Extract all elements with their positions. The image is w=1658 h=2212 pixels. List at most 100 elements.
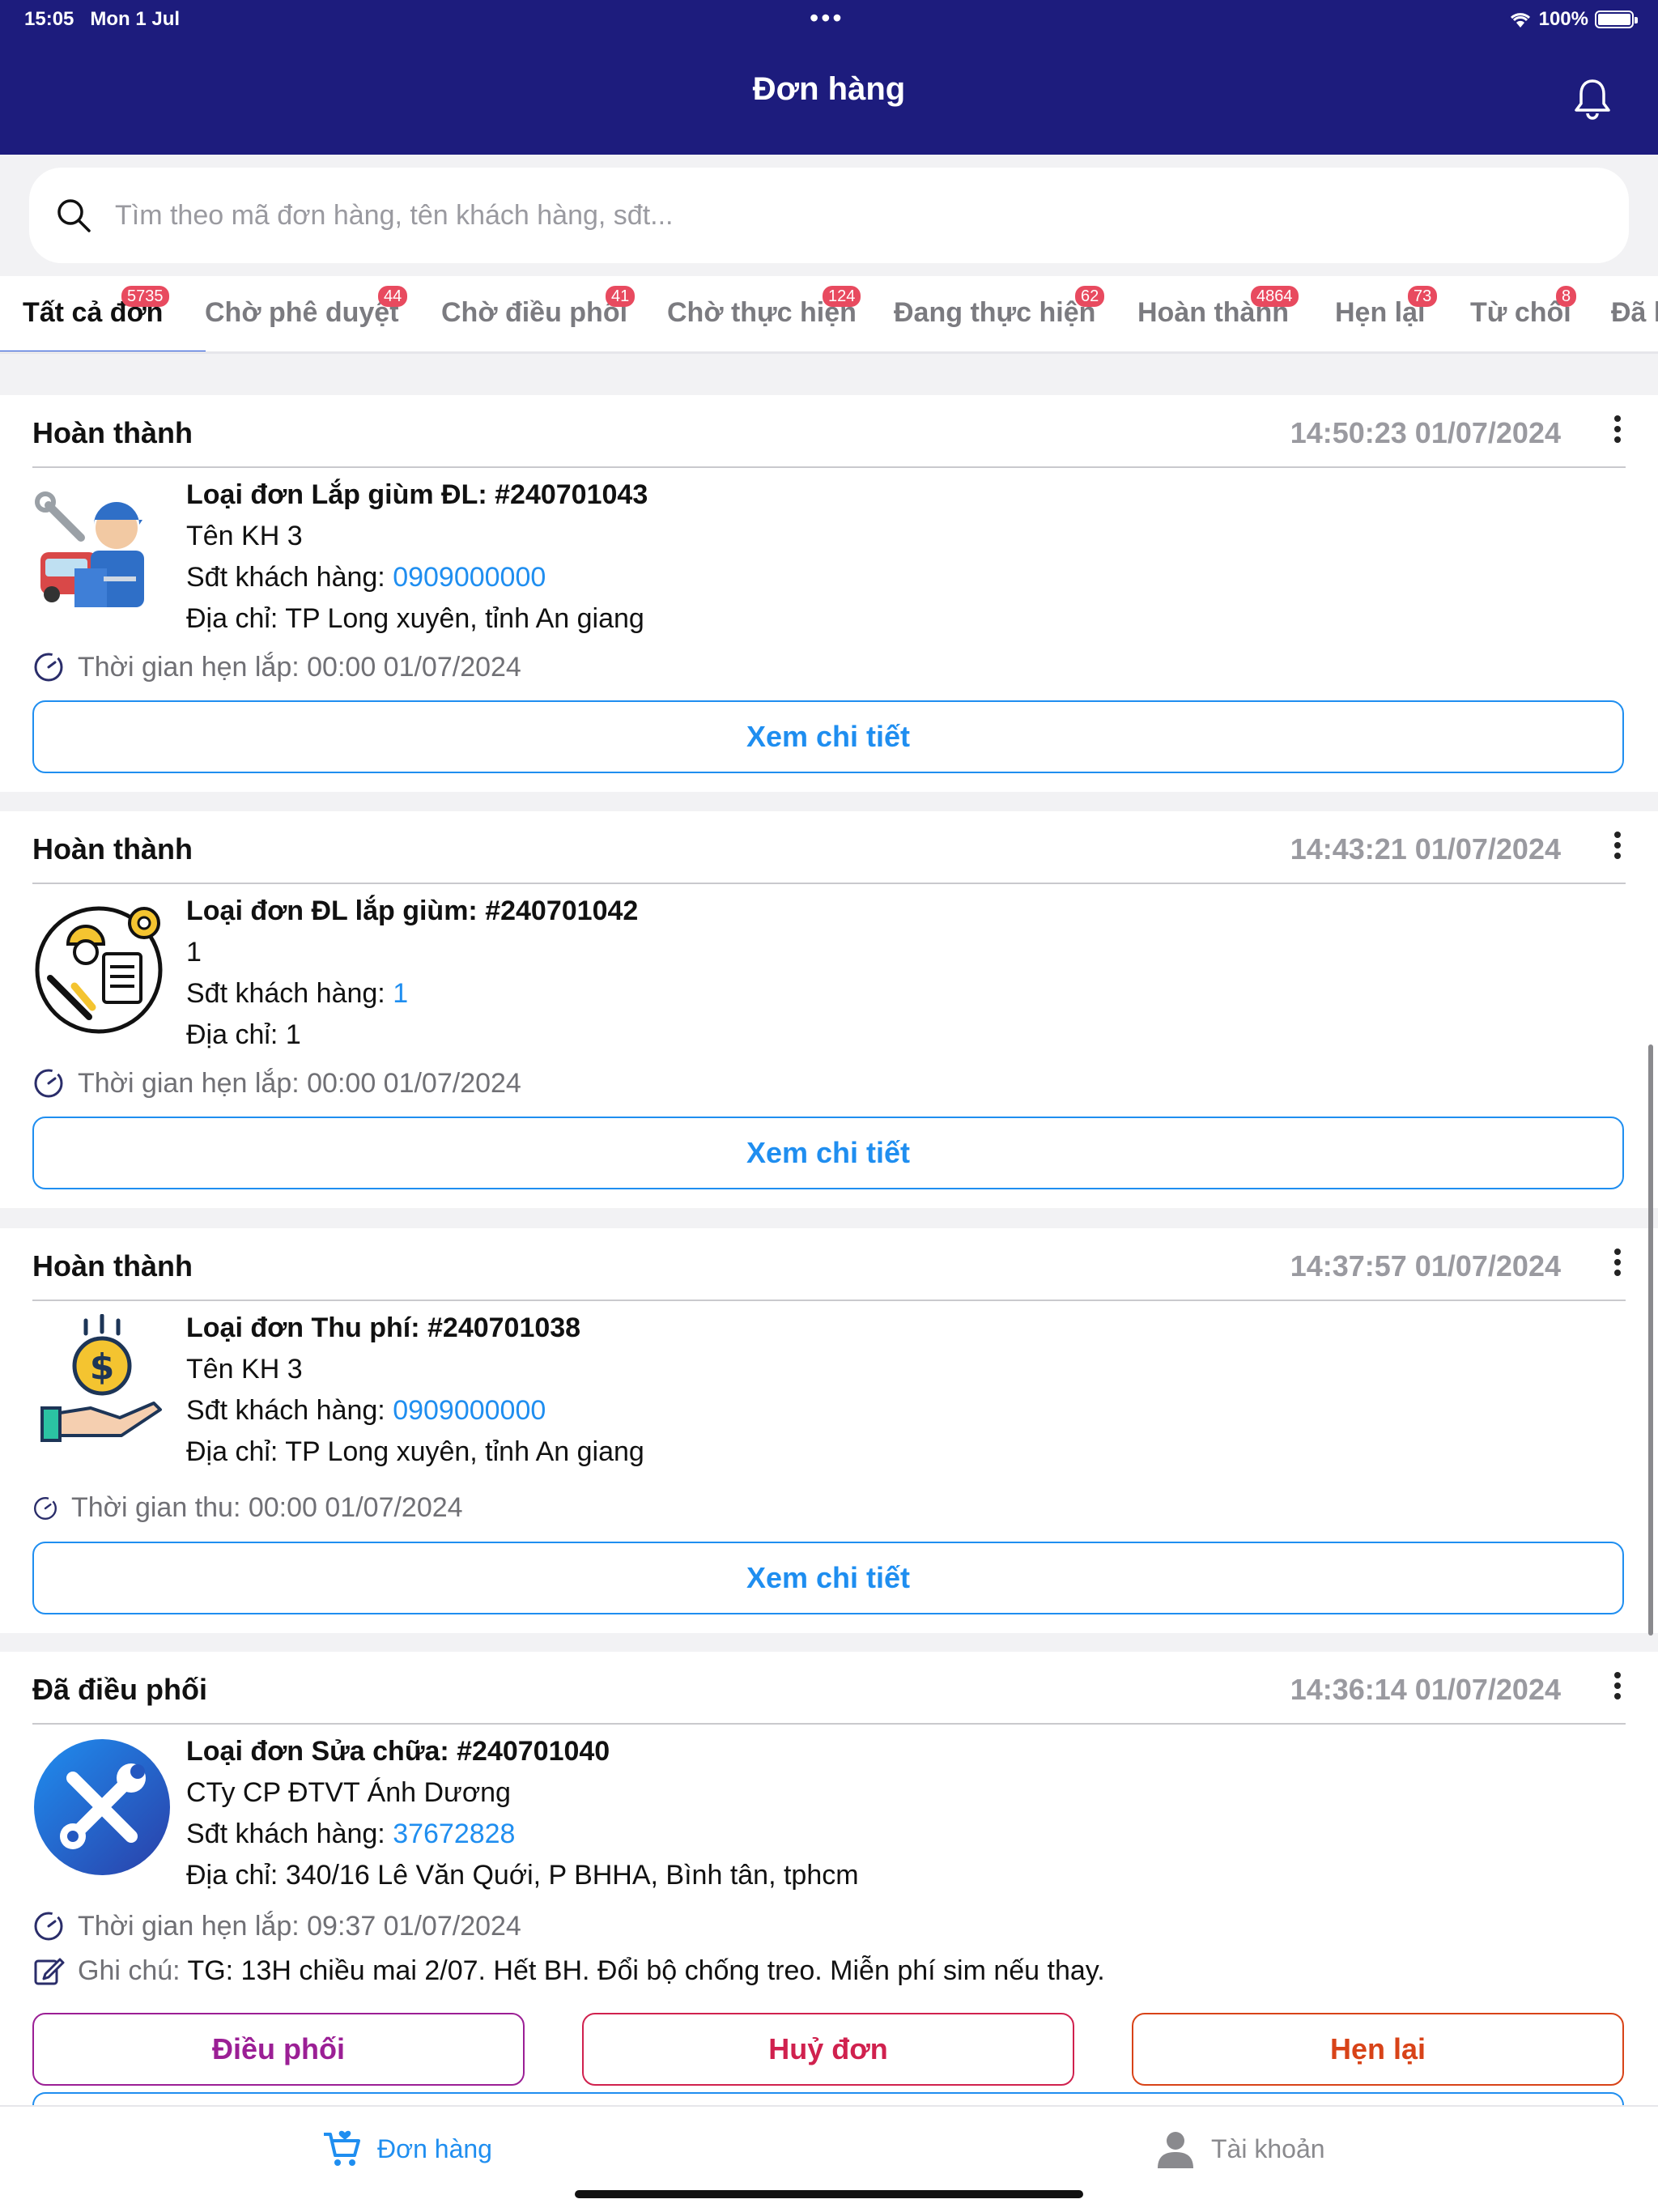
nav-account[interactable]: Tài khoản bbox=[1154, 2128, 1325, 2170]
tab-pending-dispatch[interactable]: Chờ điều phối 41 bbox=[441, 276, 636, 351]
collection-time-row: Thời gian thu: 00:00 01/07/2024 bbox=[32, 1492, 463, 1524]
note-value: TG: 13H chiều mai 2/07. Hết BH. Đổi bộ c… bbox=[187, 1955, 1105, 1986]
order-info: Loại đơn Sửa chữa: #240701040 CTy CP ĐTV… bbox=[186, 1731, 859, 1896]
tab-pending-execution[interactable]: Chờ thực hiện 124 bbox=[667, 276, 869, 351]
schedule-value: 00:00 01/07/2024 bbox=[307, 651, 521, 683]
order-info: Loại đơn ĐL lắp giùm: #240701042 1 Sđt k… bbox=[186, 891, 638, 1056]
tab-overflow[interactable]: Đã h bbox=[1611, 276, 1658, 351]
customer-name: 1 bbox=[186, 937, 202, 968]
search-area bbox=[0, 155, 1658, 276]
schedule-row: Thời gian hẹn lắp: 09:37 01/07/2024 bbox=[32, 1910, 521, 1942]
phone-link[interactable]: 37672828 bbox=[393, 1819, 515, 1849]
status-time: 15:05 Mon 1 Jul bbox=[24, 8, 181, 30]
reschedule-button[interactable]: Hẹn lại bbox=[1132, 2013, 1624, 2086]
customer-address: Địa chỉ: 340/16 Lê Văn Quới, P BHHA, Bìn… bbox=[186, 1860, 859, 1891]
tab-rescheduled[interactable]: Hẹn lại 73 bbox=[1335, 276, 1448, 351]
phone-label: Sđt khách hàng: bbox=[186, 978, 393, 1009]
edit-note-icon bbox=[34, 1958, 65, 1985]
clock-icon bbox=[34, 653, 63, 682]
order-timestamp: 14:36:14 01/07/2024 bbox=[1290, 1673, 1561, 1706]
more-options-icon[interactable] bbox=[1609, 1668, 1626, 1707]
bell-icon[interactable] bbox=[1572, 78, 1613, 120]
schedule-row: Thời gian hẹn lắp: 00:00 01/07/2024 bbox=[32, 651, 521, 683]
dispatch-button[interactable]: Điều phối bbox=[32, 2013, 525, 2086]
tab-badge: 124 bbox=[823, 286, 861, 307]
phone-link[interactable]: 1 bbox=[393, 978, 408, 1009]
schedule-label: Thời gian hẹn lắp: bbox=[78, 1067, 308, 1099]
tab-in-progress[interactable]: Đang thực hiện 62 bbox=[894, 276, 1105, 351]
customer-name: Tên KH 3 bbox=[186, 521, 303, 551]
phone-link[interactable]: 0909000000 bbox=[393, 562, 546, 593]
hand-coin-illustration: $ bbox=[40, 1314, 162, 1442]
status-tabs: Tất cả đơn 5735 Chờ phê duyệt 44 Chờ điề… bbox=[0, 276, 1658, 354]
tab-badge: 5735 bbox=[121, 286, 169, 307]
tab-completed[interactable]: Hoàn thành 4864 bbox=[1137, 276, 1316, 351]
card-header: Đã điều phối 14:36:14 01/07/2024 bbox=[32, 1672, 1626, 1713]
order-card: Hoàn thành 14:50:23 01/07/2024 Loại đơn … bbox=[0, 395, 1658, 792]
order-card: Hoàn thành 14:37:57 01/07/2024 $ Loại đơ… bbox=[0, 1228, 1658, 1633]
search-icon bbox=[57, 199, 91, 232]
customer-phone-row: Sđt khách hàng: 0909000000 bbox=[186, 1390, 644, 1431]
view-detail-button[interactable]: Xem chi tiết bbox=[32, 1117, 1624, 1189]
nav-orders-label: Đơn hàng bbox=[377, 2133, 492, 2163]
tab-label: Đã h bbox=[1611, 297, 1658, 328]
battery-label: 100% bbox=[1538, 8, 1588, 30]
search-box[interactable] bbox=[29, 168, 1629, 263]
phone-label: Sđt khách hàng: bbox=[186, 1395, 393, 1426]
svg-text:$: $ bbox=[90, 1346, 115, 1388]
schedule-label: Thời gian thu: bbox=[71, 1492, 249, 1523]
customer-address: Địa chỉ: TP Long xuyên, tỉnh An giang bbox=[186, 1436, 644, 1467]
order-type: Loại đơn Thu phí: #240701038 bbox=[186, 1312, 581, 1343]
multitasking-dots[interactable]: ••• bbox=[810, 3, 844, 33]
technician-clipboard-illustration bbox=[35, 906, 163, 1034]
home-indicator[interactable] bbox=[575, 2190, 1083, 2198]
order-card: Hoàn thành 14:43:21 01/07/2024 Loại đơn … bbox=[0, 811, 1658, 1208]
order-timestamp: 14:50:23 01/07/2024 bbox=[1290, 416, 1561, 449]
schedule-value: 00:00 01/07/2024 bbox=[248, 1492, 463, 1523]
app-header: 15:05 Mon 1 Jul ••• 100% Đơn hàng bbox=[0, 0, 1658, 155]
schedule-label: Thời gian hẹn lắp: bbox=[78, 1910, 308, 1942]
order-type: Loại đơn ĐL lắp giùm: #240701042 bbox=[186, 895, 639, 926]
more-options-icon[interactable] bbox=[1609, 411, 1626, 450]
customer-address: Địa chỉ: 1 bbox=[186, 1019, 301, 1050]
tools-circle-icon bbox=[34, 1739, 170, 1875]
tab-rejected[interactable]: Từ chối 8 bbox=[1470, 276, 1584, 351]
cancel-order-button[interactable]: Huỷ đơn bbox=[582, 2013, 1074, 2086]
status-bar: 15:05 Mon 1 Jul ••• 100% bbox=[0, 0, 1658, 39]
order-card: Đã điều phối 14:36:14 01/07/2024 Loại đơ… bbox=[0, 1652, 1658, 2116]
order-status: Hoàn thành bbox=[32, 416, 193, 449]
more-options-icon[interactable] bbox=[1609, 1244, 1626, 1283]
tab-label: Chờ phê duyệt bbox=[205, 297, 399, 328]
order-type: Loại đơn Sửa chữa: #240701040 bbox=[186, 1736, 610, 1767]
schedule-label: Thời gian hẹn lắp: bbox=[78, 651, 308, 683]
tab-badge: 41 bbox=[606, 286, 636, 307]
card-header: Hoàn thành 14:50:23 01/07/2024 bbox=[32, 415, 1626, 457]
clock-icon bbox=[34, 1912, 63, 1941]
clock-icon bbox=[34, 1496, 57, 1520]
more-options-icon[interactable] bbox=[1609, 827, 1626, 866]
phone-link[interactable]: 0909000000 bbox=[393, 1395, 546, 1426]
card-divider bbox=[32, 883, 1626, 884]
order-status: Hoàn thành bbox=[32, 832, 193, 866]
tab-badge: 62 bbox=[1075, 286, 1105, 307]
order-info: Loại đơn Thu phí: #240701038 Tên KH 3 Sđ… bbox=[186, 1308, 644, 1473]
scrollbar[interactable] bbox=[1648, 1044, 1653, 1636]
nav-orders[interactable]: Đơn hàng bbox=[321, 2128, 492, 2170]
view-detail-button[interactable]: Xem chi tiết bbox=[32, 1542, 1624, 1614]
tab-pending-approval[interactable]: Chờ phê duyệt 44 bbox=[205, 276, 408, 351]
customer-address: Địa chỉ: TP Long xuyên, tỉnh An giang bbox=[186, 603, 644, 634]
tab-badge: 4864 bbox=[1251, 286, 1299, 307]
nav-account-label: Tài khoản bbox=[1211, 2133, 1325, 2163]
card-header: Hoàn thành 14:43:21 01/07/2024 bbox=[32, 832, 1626, 873]
order-timestamp: 14:43:21 01/07/2024 bbox=[1290, 832, 1561, 866]
view-detail-button[interactable]: Xem chi tiết bbox=[32, 700, 1624, 773]
order-type: Loại đơn Lắp giùm ĐL: #240701043 bbox=[186, 479, 648, 510]
search-input[interactable] bbox=[115, 199, 1572, 232]
action-buttons: Điều phối Huỷ đơn Hẹn lại bbox=[32, 2013, 1624, 2086]
phone-label: Sđt khách hàng: bbox=[186, 562, 393, 593]
battery-icon bbox=[1595, 11, 1638, 28]
tab-all-orders[interactable]: Tất cả đơn 5735 bbox=[0, 276, 206, 351]
card-divider bbox=[32, 466, 1626, 468]
note-label: Ghi chú: bbox=[78, 1955, 188, 1986]
card-divider bbox=[32, 1300, 1626, 1301]
